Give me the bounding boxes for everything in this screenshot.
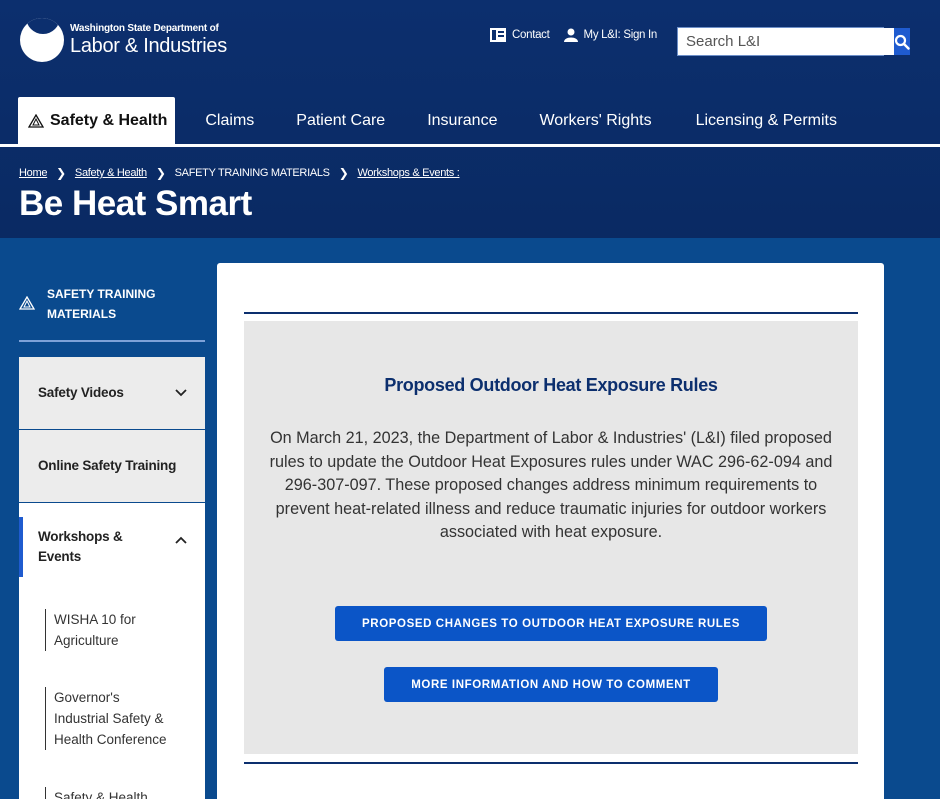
search-input[interactable] xyxy=(678,28,893,55)
sidebar-heading[interactable]: SAFETY TRAINING MATERIALS xyxy=(19,284,177,324)
logo-icon xyxy=(20,18,64,62)
breadcrumb: Home ❯ Safety & Health ❯ SAFETY TRAINING… xyxy=(19,166,460,180)
main-nav: Safety & Health Claims Patient Care Insu… xyxy=(18,97,857,144)
content-divider-top xyxy=(244,312,858,314)
nav-licensing-permits[interactable]: Licensing & Permits xyxy=(682,97,851,144)
site-header: Washington State Department of Labor & I… xyxy=(0,0,940,238)
breadcrumb-home[interactable]: Home xyxy=(19,167,47,179)
breadcrumb-chevron-icon: ❯ xyxy=(155,166,166,180)
sidebar-heading-label: SAFETY TRAINING MATERIALS xyxy=(47,287,156,321)
warning-triangle-icon xyxy=(19,296,35,310)
logo-agency-name: Labor & Industries xyxy=(70,35,227,57)
nav-claims[interactable]: Claims xyxy=(191,97,268,144)
breadcrumb-chevron-icon: ❯ xyxy=(338,166,349,180)
logo-agency-small: Washington State Department of xyxy=(70,23,219,34)
proposed-changes-button[interactable]: Proposed Changes to Outdoor Heat Exposur… xyxy=(335,606,767,641)
contact-link[interactable]: Contact xyxy=(490,28,550,42)
nav-divider xyxy=(0,144,940,147)
signin-label: My L&I: Sign In xyxy=(583,29,658,41)
breadcrumb-workshops[interactable]: Workshops & Events : xyxy=(357,167,459,179)
more-info-comment-button[interactable]: More Information and How to Comment xyxy=(384,667,718,702)
contact-label: Contact xyxy=(512,29,550,41)
warning-triangle-icon xyxy=(28,113,44,128)
nav-patient-care[interactable]: Patient Care xyxy=(282,97,399,144)
search-icon xyxy=(894,34,910,50)
sidebar-divider xyxy=(19,340,205,342)
user-icon xyxy=(563,28,578,42)
nav-safety-health[interactable]: Safety & Health xyxy=(18,97,176,144)
subnav-item-governors-conference[interactable]: Governor's Industrial Safety & Health Co… xyxy=(45,687,175,750)
site-search xyxy=(677,27,910,56)
content-divider-bottom xyxy=(244,762,858,764)
agency-logo[interactable]: Washington State Department of Labor & I… xyxy=(20,18,227,62)
sidebar-item-online-training[interactable]: Online Safety Training xyxy=(19,430,205,502)
contact-card-icon xyxy=(490,28,506,42)
utility-nav: Contact My L&I: Sign In xyxy=(490,28,671,42)
heat-rules-callout: Proposed Outdoor Heat Exposure Rules On … xyxy=(244,321,858,754)
nav-workers-rights[interactable]: Workers' Rights xyxy=(525,97,665,144)
search-button[interactable] xyxy=(893,28,910,55)
breadcrumb-training: SAFETY TRAINING MATERIALS xyxy=(174,167,330,179)
chevron-down-icon xyxy=(169,389,193,397)
subnav-item-wisha[interactable]: WISHA 10 for Agriculture xyxy=(45,609,155,651)
callout-body: On March 21, 2023, the Department of Lab… xyxy=(269,429,833,541)
sidebar: SAFETY TRAINING MATERIALS Safety Videos … xyxy=(0,238,220,799)
breadcrumb-chevron-icon: ❯ xyxy=(56,166,66,180)
page-title: Be Heat Smart xyxy=(19,184,252,223)
sidebar-item-safety-videos[interactable]: Safety Videos xyxy=(19,357,205,429)
callout-title: Proposed Outdoor Heat Exposure Rules xyxy=(384,375,718,395)
chevron-up-icon xyxy=(169,536,193,544)
nav-insurance[interactable]: Insurance xyxy=(413,97,511,144)
signin-link[interactable]: My L&I: Sign In xyxy=(563,28,658,42)
subnav-item-safety-health[interactable]: Safety & Health xyxy=(45,787,175,799)
breadcrumb-safety[interactable]: Safety & Health xyxy=(75,167,147,179)
sidebar-item-workshops[interactable]: Workshops & Events xyxy=(19,503,205,591)
main-content-card: Proposed Outdoor Heat Exposure Rules On … xyxy=(217,263,884,799)
sidebar-subnav: WISHA 10 for Agriculture Governor's Indu… xyxy=(19,590,205,799)
